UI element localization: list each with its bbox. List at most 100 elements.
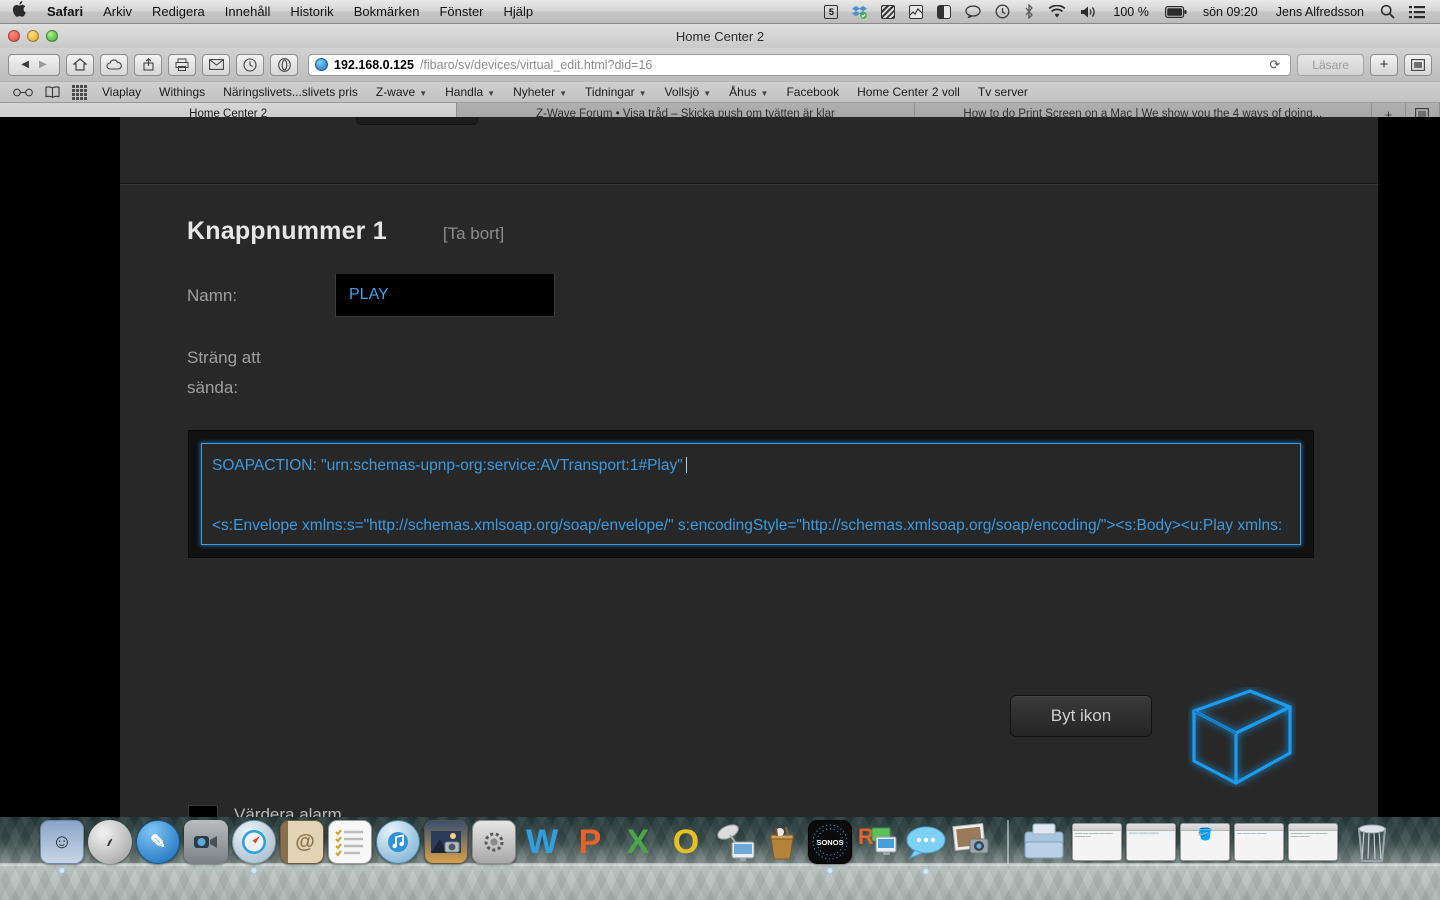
- dock-item-remote-desktop[interactable]: R: [856, 820, 900, 864]
- dropbox-icon[interactable]: [845, 5, 874, 19]
- menu-item-safari[interactable]: Safari: [37, 4, 93, 19]
- icloud-tabs-icon[interactable]: [100, 53, 128, 76]
- dock-items: ☺ ✎ @ W P X O SONOS R ▬▬▬ ▬▬ ▬▬▬▬ ▬▬ ▬▬▬…: [0, 817, 1440, 900]
- name-input[interactable]: PLAY: [335, 273, 555, 317]
- device-edit-panel: Knappnummer 1 [Ta bort] Namn: PLAY Strän…: [120, 117, 1378, 817]
- print-icon[interactable]: [168, 53, 196, 76]
- user-name-label[interactable]: Jens Alfredsson: [1267, 5, 1373, 19]
- minimized-window-paint-bucket[interactable]: 🪣: [1180, 823, 1230, 861]
- url-host: 192.168.0.125: [334, 57, 414, 72]
- soap-line-1: SOAPACTION: "urn:schemas-upnp-org:servic…: [212, 451, 1290, 481]
- dock-item-system-preferences[interactable]: [472, 820, 516, 864]
- dock-item-photo-booth[interactable]: [952, 820, 996, 864]
- menu-item-fonster[interactable]: Fönster: [429, 4, 493, 19]
- time-machine-icon[interactable]: [988, 4, 1017, 19]
- dock-item-microsoft-powerpoint[interactable]: P: [568, 820, 612, 864]
- tab-overview-icon[interactable]: [1404, 53, 1432, 76]
- string-textarea[interactable]: SOAPACTION: "urn:schemas-upnp-org:servic…: [201, 443, 1301, 545]
- menu-item-innehall[interactable]: Innehåll: [215, 4, 281, 19]
- menu-item-arkiv[interactable]: Arkiv: [93, 4, 142, 19]
- dock-item-messages[interactable]: [904, 820, 948, 874]
- menu-item-hjalp[interactable]: Hjälp: [494, 4, 544, 19]
- apple-logo-icon[interactable]: [0, 1, 37, 20]
- chevron-down-icon: ▼: [760, 88, 769, 98]
- bookmark-withings[interactable]: Withings: [151, 85, 213, 99]
- bookmark-tv-server[interactable]: Tv server: [970, 85, 1036, 99]
- wifi-icon[interactable]: [1041, 4, 1073, 19]
- dock-item-microsoft-outlook[interactable]: O: [664, 820, 708, 864]
- dock-item-safari[interactable]: [232, 820, 276, 873]
- thumb-body: ▬▬▬▬▬ ▬▬▬▬ ▬▬▬▬▬ ▬▬▬ ▬▬▬▬: [1291, 832, 1328, 838]
- menu-item-bokmarken[interactable]: Bokmärken: [344, 4, 430, 19]
- dock-item-sonos[interactable]: SONOS: [808, 820, 852, 873]
- dock-item-microsoft-word[interactable]: W: [520, 820, 564, 864]
- bookmark-facebook[interactable]: Facebook: [778, 85, 847, 99]
- change-icon-button[interactable]: Byt ikon: [1010, 695, 1152, 737]
- zoom-button[interactable]: [46, 30, 58, 42]
- clock-label[interactable]: sön 09:20: [1194, 5, 1267, 19]
- bookmark-folder-zwave[interactable]: Z-wave ▼: [368, 85, 435, 99]
- dock-item-finder[interactable]: ☺: [40, 820, 84, 873]
- minimized-window-spreadsheet[interactable]: ▤▤▤▤ ▤▤▤▤ ▤▤▤▤: [1126, 823, 1176, 861]
- minimized-window-document[interactable]: ▬▬▬ ▬▬ ▬▬▬▬ ▬▬ ▬▬▬ ▬▬▬▬ ▬▬: [1072, 823, 1122, 861]
- minimize-button[interactable]: [27, 30, 39, 42]
- 1password-icon[interactable]: 5: [817, 4, 845, 19]
- dock-item-paint-bucket[interactable]: [760, 820, 804, 864]
- home-icon[interactable]: [66, 53, 94, 76]
- chat-bubble-icon[interactable]: [958, 5, 988, 18]
- notification-center-icon[interactable]: [1402, 5, 1432, 19]
- bottom-checkbox[interactable]: [188, 805, 218, 817]
- dock-item-facetime[interactable]: [184, 820, 228, 864]
- add-tab-button[interactable]: +: [1370, 53, 1398, 76]
- history-icon[interactable]: [236, 53, 264, 76]
- dock-item-launchpad[interactable]: [88, 820, 132, 864]
- minimized-window-text-document[interactable]: ▬▬▬▬▬ ▬▬▬▬ ▬▬▬▬▬ ▬▬▬ ▬▬▬▬: [1288, 823, 1338, 861]
- text-cursor: [685, 457, 687, 473]
- battery-icon[interactable]: [1158, 5, 1194, 18]
- dock-item-iphoto[interactable]: [424, 820, 468, 864]
- top-sites-icon[interactable]: [67, 84, 92, 100]
- app-icon[interactable]: [270, 53, 298, 76]
- browser-window: Home Center 2 ◀ ▶ 192.168.0.125 /fibaro/…: [0, 24, 1440, 125]
- back-icon[interactable]: ◀: [21, 59, 29, 70]
- dock-item-downloads-folder[interactable]: [1020, 820, 1068, 864]
- dock-item-trash[interactable]: [1348, 820, 1396, 864]
- reload-icon[interactable]: ⟳: [1269, 57, 1284, 73]
- bookmark-folder-tidningar[interactable]: Tidningar ▼: [577, 85, 655, 99]
- minimized-window-messages[interactable]: ▬▬ ▬▬▬ ▬▬ ▬▬▬▬: [1234, 823, 1284, 861]
- blue-wireframe-cube-icon[interactable]: [1188, 687, 1296, 787]
- nav-back-forward-buttons[interactable]: ◀ ▶: [8, 53, 60, 76]
- display-icon[interactable]: [930, 4, 958, 19]
- menu-item-redigera[interactable]: Redigera: [142, 4, 215, 19]
- close-button[interactable]: [8, 30, 20, 42]
- activity-monitor-icon[interactable]: [902, 4, 930, 19]
- bookmark-folder-nyheter[interactable]: Nyheter ▼: [505, 85, 575, 99]
- share-icon[interactable]: [134, 53, 162, 76]
- dock-item-contacts[interactable]: @: [280, 820, 324, 864]
- bookmark-folder-ahus[interactable]: Åhus ▼: [721, 85, 776, 99]
- forward-icon[interactable]: ▶: [39, 59, 47, 70]
- search-icon[interactable]: [1373, 4, 1402, 19]
- volume-icon[interactable]: [1073, 5, 1104, 19]
- dock-item-app-store[interactable]: ✎: [136, 820, 180, 864]
- partial-button-above[interactable]: [356, 117, 478, 125]
- running-indicator: [59, 868, 65, 873]
- dock-item-reminders[interactable]: [328, 820, 372, 864]
- bookmark-folder-vollsjo[interactable]: Vollsjö ▼: [657, 85, 720, 99]
- dock-item-itunes[interactable]: [376, 820, 420, 864]
- dock-item-remote-satellite[interactable]: [712, 820, 756, 864]
- reading-glasses-icon[interactable]: [8, 87, 38, 97]
- diagonal-stripes-icon[interactable]: [874, 4, 902, 19]
- address-bar[interactable]: 192.168.0.125/fibaro/sv/devices/virtual_…: [308, 53, 1292, 76]
- remove-button-link[interactable]: [Ta bort]: [443, 224, 504, 244]
- bookmark-home-center-2-voll[interactable]: Home Center 2 voll: [849, 85, 968, 99]
- menu-item-historik[interactable]: Historik: [280, 4, 343, 19]
- bookmark-folder-handla[interactable]: Handla ▼: [437, 85, 503, 99]
- bluetooth-icon[interactable]: [1017, 4, 1041, 19]
- reader-button[interactable]: Läsare: [1297, 53, 1364, 76]
- bookmark-viaplay[interactable]: Viaplay: [94, 85, 149, 99]
- book-icon[interactable]: [40, 86, 65, 98]
- mail-icon[interactable]: [202, 53, 230, 76]
- bookmark-naringslivets[interactable]: Näringslivets...slivets pris: [215, 85, 366, 99]
- dock-item-microsoft-excel[interactable]: X: [616, 820, 660, 864]
